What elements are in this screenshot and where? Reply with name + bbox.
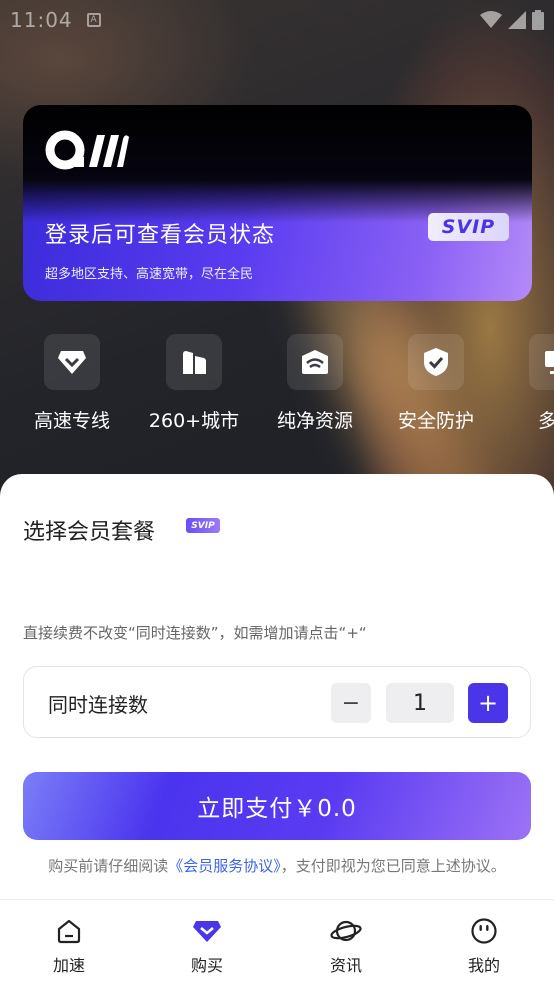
tab-accelerate[interactable]: 加速 xyxy=(29,916,109,976)
feature-label: 安全防护 xyxy=(397,410,474,432)
city-buildings-icon xyxy=(166,334,222,390)
wifi-signal-icon xyxy=(480,11,502,28)
smiley-icon xyxy=(444,916,524,946)
feature-item-security[interactable]: 安全防护 xyxy=(371,334,501,433)
connections-value[interactable]: 1 xyxy=(386,683,454,723)
plan-sheet: 选择会员套餐 SVIP 直接续费不改变“同时连接数”，如需增加请点击“+“ 同时… xyxy=(0,474,554,899)
svip-badge: SVIP xyxy=(428,213,509,241)
member-card[interactable]: SVIP 登录后可查看会员状态 超多地区支持、高速宽带，尽在全民 xyxy=(23,105,532,301)
wifi-icon xyxy=(287,334,343,390)
feature-item-clean-resources[interactable]: 纯净资源 xyxy=(250,334,380,433)
tab-label: 我的 xyxy=(467,956,500,975)
feature-item-multi-device[interactable]: 多端 xyxy=(492,334,554,433)
feature-item-cities[interactable]: 260+城市 xyxy=(129,334,259,433)
pay-now-button[interactable]: 立即支付￥0.0 xyxy=(23,772,531,840)
bottom-tab-bar: 加速 购买 资讯 我的 xyxy=(0,899,554,985)
brand-logo-icon xyxy=(45,130,129,170)
shield-check-icon xyxy=(408,334,464,390)
feature-list: 高速专线 260+城市 纯净资源 安全防护 多端 xyxy=(0,334,554,444)
svip-mini-badge: SVIP xyxy=(186,518,220,533)
notification-icon: A xyxy=(86,13,101,27)
connections-label: 同时连接数 xyxy=(48,693,148,717)
planet-icon xyxy=(306,916,386,946)
increase-button[interactable]: + xyxy=(468,683,508,723)
feature-label: 纯净资源 xyxy=(276,410,353,432)
home-icon xyxy=(29,916,109,946)
monitor-icon xyxy=(529,334,554,390)
status-bar: 11:04 A xyxy=(0,0,554,40)
agreement-text: 购买前请仔细阅读《会员服务协议》，支付即视为您已同意上述协议。 xyxy=(0,855,554,876)
cell-signal-icon xyxy=(508,11,526,29)
diamond-icon xyxy=(167,916,247,946)
battery-icon xyxy=(532,10,544,30)
gem-down-icon xyxy=(44,334,100,390)
member-card-subtitle: 超多地区支持、高速宽带，尽在全民 xyxy=(45,267,254,282)
member-status-title: 登录后可查看会员状态 xyxy=(45,223,276,248)
plan-title: 选择会员套餐 xyxy=(23,520,156,545)
renew-note: 直接续费不改变“同时连接数”，如需增加请点击“+“ xyxy=(23,624,367,642)
feature-label: 多端 xyxy=(537,410,554,432)
tab-purchase[interactable]: 购买 xyxy=(167,916,247,976)
feature-label: 高速专线 xyxy=(33,410,110,432)
connections-row: 同时连接数 − 1 + xyxy=(23,666,531,738)
tab-news[interactable]: 资讯 xyxy=(306,916,386,976)
tab-label: 购买 xyxy=(190,956,223,975)
service-agreement-link[interactable]: 《会员服务协议》 xyxy=(168,857,281,875)
agreement-prefix: 购买前请仔细阅读 xyxy=(48,857,169,875)
feature-item-high-speed[interactable]: 高速专线 xyxy=(7,334,137,433)
status-indicators xyxy=(480,10,544,30)
tab-label: 加速 xyxy=(52,956,85,975)
decrease-button[interactable]: − xyxy=(331,683,371,723)
tab-profile[interactable]: 我的 xyxy=(444,916,524,976)
status-time: 11:04 xyxy=(10,8,73,32)
agreement-suffix: ，支付即视为您已同意上述协议。 xyxy=(280,857,506,875)
feature-label: 260+城市 xyxy=(148,410,240,432)
tab-label: 资讯 xyxy=(329,956,362,975)
